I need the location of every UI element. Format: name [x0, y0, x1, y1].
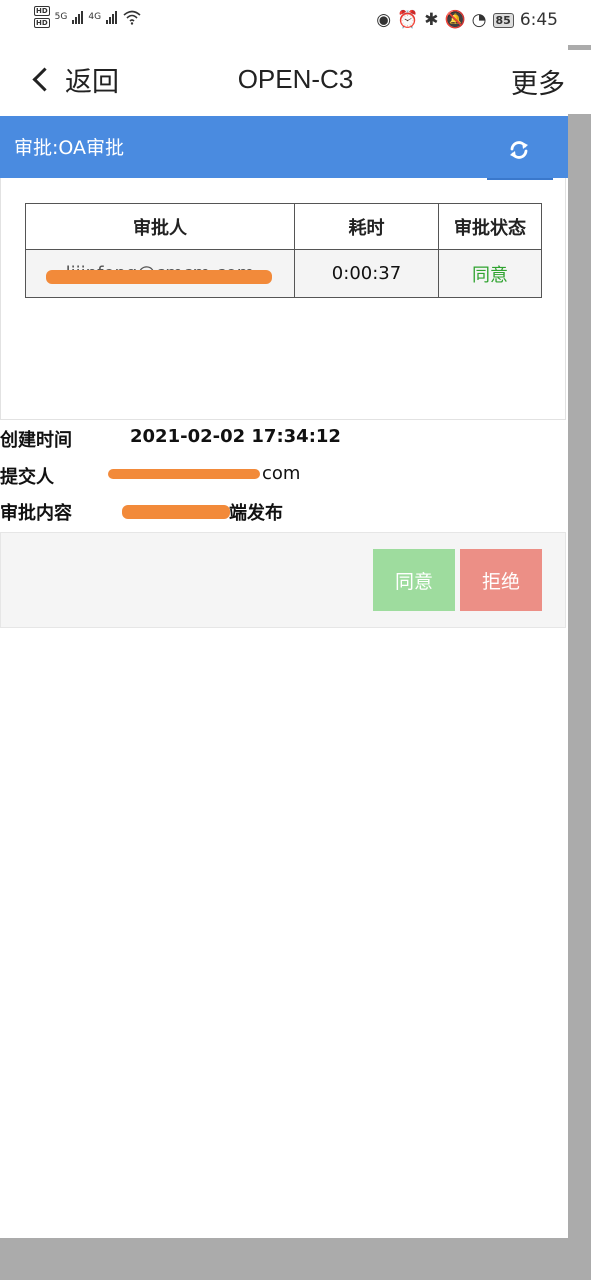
signal-icon: [72, 10, 84, 24]
submitter-value: com: [262, 463, 301, 484]
nav-bar: OPEN-C3 返回 更多: [0, 50, 591, 114]
agree-button[interactable]: 同意: [373, 549, 455, 611]
panel-header: 审批:OA审批: [0, 116, 568, 178]
content-label: 审批内容: [0, 503, 72, 524]
bluetooth-icon: ✱: [424, 10, 439, 30]
reject-button[interactable]: 拒绝: [460, 549, 542, 611]
column-header-status: 审批状态: [438, 203, 542, 250]
status-left: HD HD 5G 4G: [34, 6, 142, 28]
more-button[interactable]: 更多: [511, 62, 565, 101]
table-row: lijinfeng@cmcm.com 0:00:37 同意: [25, 249, 542, 298]
network-4g-label: 4G: [88, 12, 102, 22]
approver-cell: lijinfeng@cmcm.com: [25, 249, 295, 298]
redaction-mark: [108, 469, 260, 479]
created-time-label: 创建时间: [0, 430, 72, 451]
refresh-icon[interactable]: [508, 139, 530, 161]
speed-icon: ◔: [471, 10, 487, 30]
column-header-approver: 审批人: [25, 203, 295, 250]
approval-table: 审批人 耗时 审批状态 lijinfeng@cmcm.com 0:00:37 同…: [25, 203, 542, 298]
created-time-row: 创建时间 2021-02-02 17:34:12: [0, 426, 341, 452]
content-value: 端发布: [229, 503, 283, 524]
duration-cell: 0:00:37: [294, 249, 439, 298]
hd-badges: HD HD: [34, 6, 50, 28]
wifi-icon: [123, 10, 141, 25]
status-right: ◉ ⏰ ✱ 🔕 ◔ 85 6:45: [376, 10, 558, 30]
table-header-row: 审批人 耗时 审批状态: [25, 203, 542, 250]
redaction-mark: [46, 270, 272, 284]
back-button[interactable]: 返回: [28, 60, 119, 99]
redaction-mark: [122, 505, 230, 519]
status-bar: HD HD 5G 4G ◉ ⏰ ✱ 🔕 ◔ 85 6:45: [0, 0, 591, 45]
submitter-row: 提交人 com: [0, 463, 300, 489]
content-row: 审批内容 端发布: [0, 499, 283, 525]
panel-title: 审批:OA审批: [14, 137, 125, 159]
signal-icon: [106, 10, 118, 24]
clock-time: 6:45: [519, 10, 558, 30]
network-5g-label: 5G: [54, 12, 68, 22]
status-cell: 同意: [438, 249, 542, 298]
hd-badge: HD: [34, 6, 50, 16]
alarm-icon: ⏰: [397, 10, 419, 30]
column-header-duration: 耗时: [294, 203, 439, 250]
battery-icon: 85: [492, 12, 514, 28]
mute-icon: 🔕: [444, 10, 466, 30]
submitter-label: 提交人: [0, 467, 54, 488]
created-time-value: 2021-02-02 17:34:12: [130, 426, 341, 447]
chevron-left-icon: [32, 67, 57, 92]
back-label: 返回: [65, 67, 119, 98]
eye-icon: ◉: [376, 10, 392, 30]
hd-badge: HD: [34, 18, 50, 28]
